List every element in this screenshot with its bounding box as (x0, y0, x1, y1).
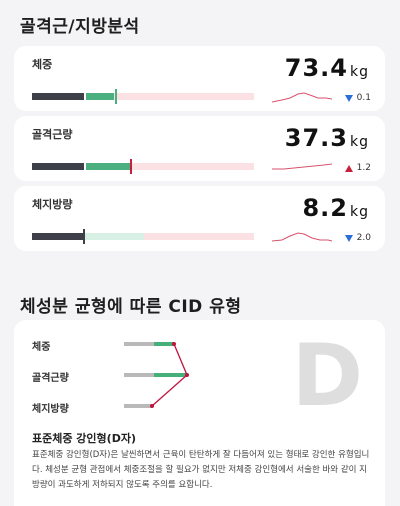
range-bar (32, 89, 254, 104)
level-marker (130, 159, 132, 174)
card-label: 체지방량 (32, 198, 73, 211)
bar-segment-under (32, 93, 84, 100)
level-marker (115, 89, 117, 104)
cid-panel: D 체중 골격근량 체지방량 표준체중 강인형(D자) 표준체중 강인형(D자)… (14, 320, 385, 506)
delta-value: 0.1 (356, 93, 371, 103)
card-value: 37.3 kg (284, 124, 369, 152)
triangle-down-icon (344, 94, 353, 102)
card-value: 73.4 kg (284, 54, 369, 82)
bar-segment-normal (86, 163, 130, 170)
range-bar (32, 159, 254, 174)
delta-indicator: 0.1 (344, 93, 371, 103)
cid-point-muscle (185, 373, 189, 377)
bar-segment-over (114, 93, 254, 100)
cid-description: 표준체중 강인형(D자)은 날씬하면서 근육이 탄탄하게 잘 다듬어져 있는 형… (32, 450, 370, 490)
triangle-up-icon (344, 164, 353, 172)
cid-point-fat (150, 404, 154, 408)
card-label: 골격근량 (32, 128, 73, 141)
cid-bar-fat-gray (124, 404, 152, 408)
cid-type-title: 표준체중 강인형(D자) (32, 432, 136, 445)
bar-segment-over (130, 163, 254, 170)
triangle-down-icon (344, 234, 353, 242)
trend-sparkline (272, 232, 332, 242)
muscle-card[interactable]: 골격근량 37.3 kg 1.2 (14, 116, 385, 181)
cid-type-letter: D (291, 326, 363, 426)
card-value: 8.2 kg (302, 194, 369, 222)
delta-value: 2.0 (356, 233, 371, 243)
cid-bar-muscle-green (154, 373, 187, 377)
cid-bar-weight-green (154, 342, 174, 346)
delta-indicator: 1.2 (344, 163, 371, 173)
body-fat-card[interactable]: 체지방량 8.2 kg 2.0 (14, 186, 385, 251)
card-label: 체중 (32, 58, 53, 71)
cid-shape-diagram (124, 342, 189, 408)
delta-indicator: 2.0 (344, 233, 371, 243)
section-title-muscle-fat: 골격근/지방분석 (20, 17, 140, 37)
delta-value: 1.2 (356, 163, 371, 173)
trend-sparkline (272, 92, 332, 103)
cid-point-weight (172, 342, 176, 346)
bar-segment-normal (86, 93, 114, 100)
cid-bar-muscle-gray (124, 373, 154, 377)
weight-card[interactable]: 체중 73.4 kg 0.1 (14, 46, 385, 111)
bar-segment-normal (84, 233, 144, 240)
cid-bar-weight-gray (124, 342, 154, 346)
trend-sparkline (272, 163, 332, 170)
bar-segment-under (32, 233, 84, 240)
level-marker (83, 229, 85, 244)
section-title-cid: 체성분 균형에 따른 CID 유형 (20, 297, 242, 317)
range-bar (32, 229, 254, 244)
bar-segment-under (32, 163, 84, 170)
bar-segment-over (144, 233, 254, 240)
